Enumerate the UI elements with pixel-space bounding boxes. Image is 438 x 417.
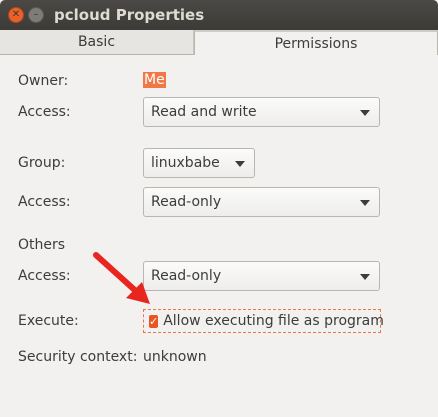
window-title: pcloud Properties: [54, 6, 205, 24]
owner-access-label: Access:: [18, 104, 71, 120]
group-label: Group:: [18, 155, 66, 171]
execute-label: Execute:: [18, 313, 79, 329]
checkmark-icon[interactable]: ✓: [149, 314, 159, 328]
group-dropdown[interactable]: linuxbabe: [143, 148, 255, 178]
tab-permissions[interactable]: Permissions: [194, 30, 438, 55]
owner-access-dropdown[interactable]: Read and write: [143, 97, 380, 127]
group-access-dropdown[interactable]: Read-only: [143, 187, 380, 217]
annotation-arrow-icon: [93, 252, 150, 304]
others-access-value: Read-only: [151, 268, 222, 284]
chevron-down-icon: [360, 274, 370, 280]
execute-checkbox-row[interactable]: ✓ Allow executing file as program: [143, 309, 384, 333]
minimize-icon[interactable]: –: [28, 7, 44, 23]
title-bar: ✕ – pcloud Properties: [0, 0, 438, 30]
group-value: linuxbabe: [151, 155, 220, 171]
others-access-label: Access:: [18, 268, 71, 284]
group-access-value: Read-only: [151, 194, 222, 210]
owner-label: Owner:: [18, 73, 69, 89]
owner-value: Me: [143, 72, 166, 88]
owner-access-value: Read and write: [151, 104, 257, 120]
execute-checkbox-label[interactable]: Allow executing file as program: [163, 313, 384, 329]
others-access-dropdown[interactable]: Read-only: [143, 261, 380, 291]
security-context-label: Security context:: [18, 349, 138, 365]
group-access-label: Access:: [18, 194, 71, 210]
chevron-down-icon: [360, 200, 370, 206]
security-context-value: unknown: [143, 349, 207, 365]
chevron-down-icon: [360, 110, 370, 116]
chevron-down-icon: [235, 161, 245, 167]
close-icon[interactable]: ✕: [8, 7, 24, 23]
others-heading: Others: [18, 237, 66, 253]
tab-bar: Basic Permissions: [0, 30, 438, 56]
tab-basic[interactable]: Basic: [0, 30, 194, 55]
